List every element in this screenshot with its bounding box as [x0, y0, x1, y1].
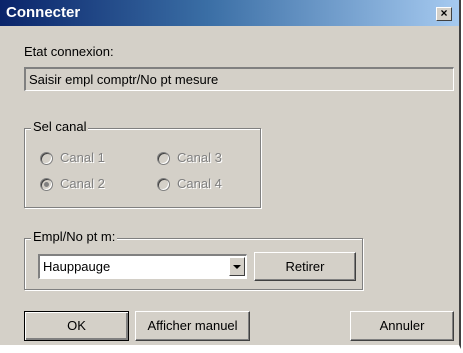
radio-canal-4[interactable]: [157, 178, 170, 191]
location-combobox-value: Hauppauge: [43, 259, 111, 274]
radio-canal-3-label: Canal 3: [177, 150, 222, 165]
close-icon: ×: [440, 6, 448, 20]
channel-group-legend: Sel canal: [31, 119, 89, 134]
ok-button[interactable]: OK: [24, 311, 129, 341]
window-title: Connecter: [6, 4, 81, 21]
location-combobox[interactable]: Hauppauge: [38, 254, 247, 279]
radio-canal-2-label: Canal 2: [60, 176, 105, 191]
connect-dialog: Connecter × Etat connexion: Saisir empl …: [0, 0, 461, 349]
channel-groupbox: [24, 128, 261, 208]
close-button[interactable]: ×: [436, 7, 452, 21]
remove-button-label: Retirer: [285, 259, 325, 274]
radio-canal-2[interactable]: [40, 178, 53, 191]
radio-canal-4-label: Canal 4: [177, 176, 222, 191]
cancel-button[interactable]: Annuler: [350, 311, 454, 341]
chevron-down-icon[interactable]: [229, 257, 245, 276]
connection-status-label: Etat connexion:: [24, 44, 114, 59]
ok-button-label: OK: [67, 318, 86, 333]
connection-status-field: Saisir empl comptr/No pt mesure: [24, 67, 454, 91]
show-manual-button[interactable]: Afficher manuel: [135, 311, 250, 341]
radio-canal-1[interactable]: [40, 152, 53, 165]
location-group-legend: Empl/No pt m:: [31, 229, 118, 244]
title-bar[interactable]: Connecter ×: [0, 0, 459, 26]
radio-canal-3[interactable]: [157, 152, 170, 165]
remove-button[interactable]: Retirer: [254, 252, 356, 281]
connection-status-value: Saisir empl comptr/No pt mesure: [29, 72, 219, 87]
show-manual-button-label: Afficher manuel: [147, 318, 238, 333]
cancel-button-label: Annuler: [379, 318, 425, 333]
radio-canal-1-label: Canal 1: [60, 150, 105, 165]
